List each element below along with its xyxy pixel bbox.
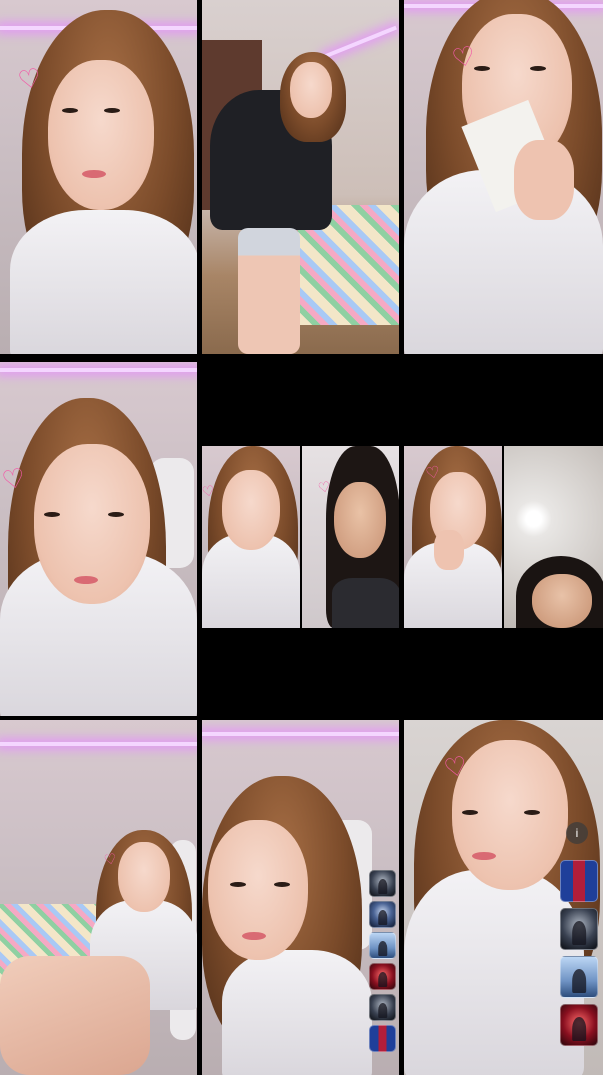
- stream-tile-4[interactable]: ♡: [0, 362, 197, 716]
- lips: [472, 852, 496, 860]
- stream-tile-9[interactable]: ♡ i: [404, 720, 603, 1075]
- eye-left: [44, 512, 60, 517]
- legs: [0, 956, 150, 1075]
- neon-light-strip: [0, 742, 197, 746]
- viewer-avatar[interactable]: [369, 963, 396, 990]
- viewer-avatar[interactable]: [560, 956, 598, 998]
- viewer-avatar[interactable]: [369, 994, 396, 1021]
- heart-sticker-icon: ♡: [424, 463, 442, 484]
- shirt: [10, 210, 197, 354]
- stream-tile-5-split[interactable]: ♡ ♡: [202, 446, 399, 628]
- hand: [434, 530, 464, 570]
- neon-light-strip: [0, 368, 197, 372]
- eye-left: [62, 108, 78, 113]
- viewer-avatar[interactable]: [560, 1004, 598, 1046]
- stream-tile-8[interactable]: [202, 720, 399, 1075]
- lips: [74, 576, 98, 584]
- viewer-avatar[interactable]: [560, 908, 598, 950]
- legs: [238, 228, 300, 354]
- eye-right: [274, 882, 290, 887]
- face: [118, 842, 170, 912]
- stream-tile-7[interactable]: ♡: [0, 720, 197, 1075]
- eye-right: [108, 512, 124, 517]
- shirt: [404, 870, 584, 1075]
- eye-right: [524, 810, 540, 815]
- viewer-avatar[interactable]: [369, 870, 396, 897]
- lips: [242, 932, 266, 940]
- lips: [82, 170, 106, 178]
- face: [452, 740, 568, 890]
- neon-light-strip: [202, 732, 399, 736]
- stream-tile-3[interactable]: ♡: [404, 0, 603, 354]
- eye-right: [104, 108, 120, 113]
- viewer-avatar[interactable]: [369, 1025, 396, 1052]
- face: [48, 60, 154, 210]
- heart-sticker-icon: ♡: [316, 477, 333, 497]
- heart-sticker-icon: ♡: [15, 61, 45, 97]
- shirt: [222, 950, 372, 1075]
- viewer-avatar-list: [560, 860, 598, 1046]
- stream-tile-2[interactable]: [202, 0, 399, 354]
- viewer-avatar[interactable]: [369, 901, 396, 928]
- stream-tile-1[interactable]: ♡: [0, 0, 197, 354]
- viewer-avatar-list: [369, 870, 396, 1052]
- eye-right: [530, 66, 546, 71]
- stream-tile-6-split[interactable]: ♡: [404, 446, 603, 628]
- hand: [514, 140, 574, 220]
- eye-left: [462, 810, 478, 815]
- face-left: [222, 470, 280, 550]
- guest-shirt: [332, 578, 399, 628]
- viewer-avatar[interactable]: [560, 860, 598, 902]
- heart-sticker-icon: ♡: [449, 39, 479, 75]
- guest-face: [334, 482, 386, 558]
- heart-sticker-icon: ♡: [441, 749, 471, 785]
- heart-sticker-icon: ♡: [102, 849, 119, 869]
- viewer-avatar[interactable]: [369, 932, 396, 959]
- info-icon[interactable]: i: [566, 822, 588, 844]
- eye-left: [230, 882, 246, 887]
- guest-face: [532, 574, 592, 628]
- face: [290, 62, 332, 118]
